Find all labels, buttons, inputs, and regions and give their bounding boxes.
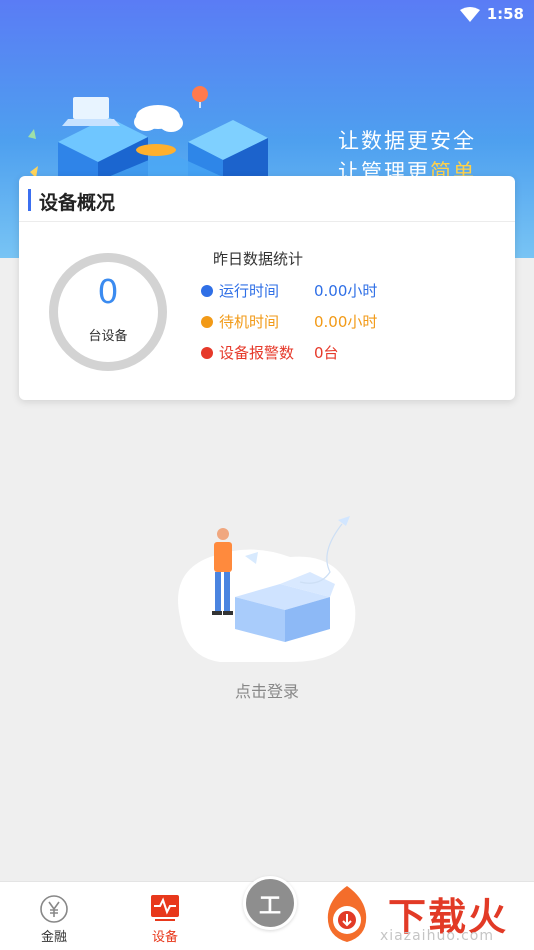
empty-state-illustration: [178, 516, 356, 662]
status-dot: [201, 285, 213, 297]
tab-label: 设备: [151, 930, 178, 945]
status-bar: 1:58: [0, 0, 534, 28]
tab-label: 金融: [40, 930, 67, 945]
divider: [19, 221, 515, 222]
stat-label: 设备报警数: [219, 344, 295, 362]
watermark-url: xiazaihuo.com: [380, 928, 494, 944]
tab-device[interactable]: 设备: [125, 882, 205, 950]
device-count: 0: [97, 272, 119, 311]
tab-finance[interactable]: 金融: [14, 882, 94, 950]
device-overview-card: 设备概况 0 台设备 昨日数据统计 运行时间 0.00小时 待机时间 0.00小…: [19, 176, 515, 400]
center-work-button[interactable]: 工: [243, 876, 297, 930]
wifi-icon: [460, 7, 480, 22]
yen-icon: [40, 895, 68, 923]
stat-label: 待机时间: [219, 313, 280, 331]
bottom-tab-bar: 金融 设备 工 下载火 xiazaihuo.com: [0, 876, 534, 950]
status-dot: [201, 347, 213, 359]
monitor-pulse-icon: [151, 895, 179, 921]
flame-logo-icon: [327, 886, 367, 942]
status-time: 1:58: [486, 5, 524, 23]
device-count-label: 台设备: [88, 329, 128, 344]
card-title: 设备概况: [27, 188, 115, 215]
device-count-ring: 0 台设备: [49, 253, 167, 371]
stat-value: 0.00小时: [314, 282, 378, 300]
stat-value: 0台: [314, 344, 339, 362]
work-icon: 工: [258, 894, 281, 919]
watermark-logo: 下载火 xiazaihuo.com: [310, 882, 530, 950]
login-prompt[interactable]: 点击登录: [0, 678, 534, 702]
stat-label: 运行时间: [219, 282, 280, 300]
status-dot: [201, 316, 213, 328]
stats-title: 昨日数据统计: [213, 250, 304, 268]
slogan-line-1: 让数据更安全: [338, 129, 476, 153]
stat-value: 0.00小时: [314, 313, 378, 331]
